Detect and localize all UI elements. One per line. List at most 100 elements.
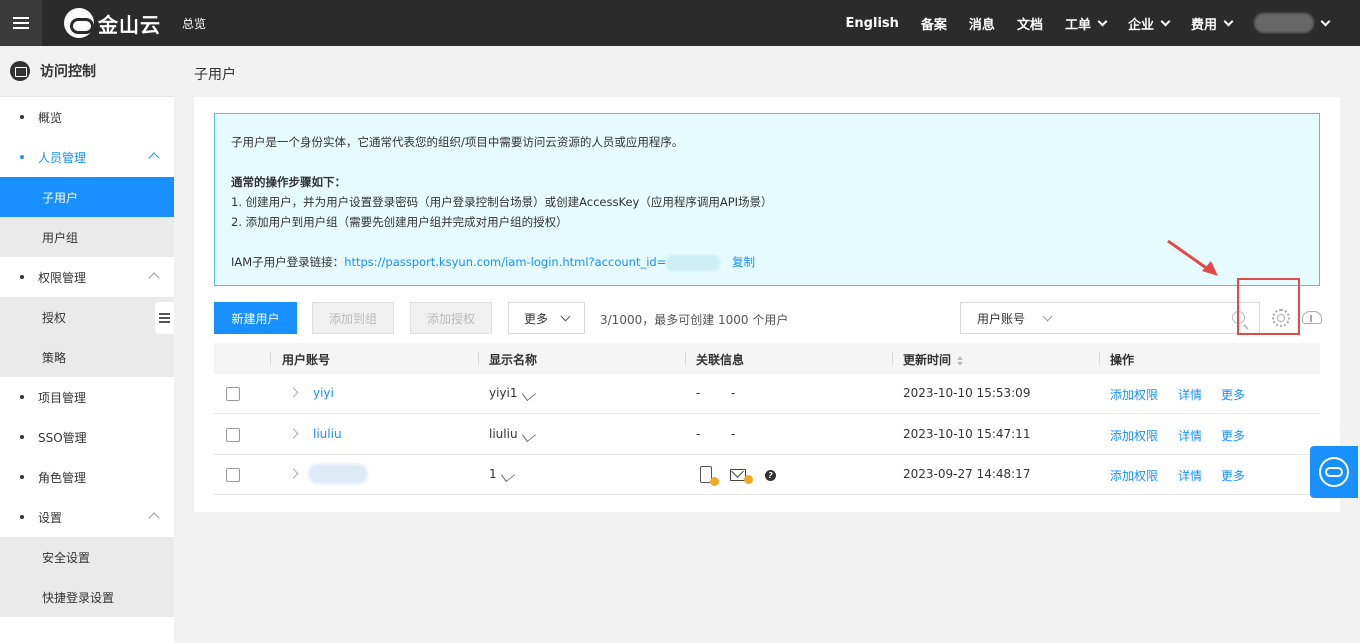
more-link[interactable]: 更多 [1221,427,1245,444]
copy-link-button[interactable]: 复制 [732,255,755,269]
nav-overview[interactable]: 总览 [182,15,206,32]
sidebar-group-settings[interactable]: 设置 [0,497,174,537]
search-box [1069,302,1260,334]
nav-messages[interactable]: 消息 [958,14,1006,33]
nav-english[interactable]: English [835,16,910,31]
sort-icon [957,355,964,366]
display-name: 1 [489,467,515,482]
sidebar-item-overview[interactable]: 概览 [0,97,174,137]
user-account-link[interactable]: liuliu [313,427,342,441]
support-float-button[interactable] [1310,446,1358,498]
row-checkbox[interactable] [226,468,240,482]
related-info-b: - [731,427,736,441]
nav-enterprise[interactable]: 企业 [1117,14,1180,33]
support-cloud-icon [1319,457,1349,487]
sidebar-group-people[interactable]: 人员管理 [0,137,174,177]
sidebar-item-projects[interactable]: 项目管理 [0,377,174,417]
access-control-icon [10,61,30,81]
sidebar-title: 访问控制 [40,64,96,80]
logo-text: 金山云 [98,12,161,37]
user-account-link[interactable]: yiyi [313,386,334,400]
info-steps-title: 通常的操作步骤如下： [231,175,346,189]
col-actions: 操作 [1110,353,1135,367]
row-checkbox[interactable] [226,428,240,442]
sidebar-item-usergroups[interactable]: 用户组 [0,217,174,257]
chevron-down-icon [1223,16,1234,26]
detail-link[interactable]: 详情 [1178,427,1202,444]
new-user-button[interactable]: 新建用户 [214,302,297,334]
chevron-right-icon[interactable] [288,387,299,398]
detail-link[interactable]: 详情 [1178,386,1202,403]
login-link[interactable]: https://passport.ksyun.com/iam-login.htm… [344,255,666,269]
chevron-down-icon [560,311,571,321]
sidebar-item-policies[interactable]: 策略 [0,337,174,377]
related-info-a: - [696,386,701,400]
detail-link[interactable]: 详情 [1178,467,1202,484]
search-icon[interactable] [1232,311,1245,324]
chevron-down-icon [1042,311,1053,322]
display-name: liuliu [489,427,536,442]
updated-time: 2023-10-10 15:53:09 [903,386,1031,400]
table-row: liuliu liuliu - - 2023-10-10 15:47:11 添加… [214,415,1320,455]
page-title: 子用户 [194,67,236,83]
add-to-group-button[interactable]: 添加到组 [312,302,394,334]
add-permission-link[interactable]: 添加权限 [1110,386,1158,403]
sidebar-item-subusers[interactable]: 子用户 [0,177,174,217]
more-link[interactable]: 更多 [1221,467,1245,484]
add-auth-button[interactable]: 添加授权 [410,302,492,334]
nav-billing[interactable]: 费用 [1180,14,1243,33]
info-step-2: 2. 添加用户到用户组（需要先创建用户组并完成对用户组的授权） [231,215,568,229]
add-permission-link[interactable]: 添加权限 [1110,427,1158,444]
warning-badge-icon [744,475,753,484]
gear-icon[interactable] [1272,309,1290,327]
login-link-label: IAM子用户登录链接： [231,255,345,269]
sidebar-item-authorization[interactable]: 授权 [0,297,174,337]
related-info-b: - [731,386,736,400]
account-menu[interactable] [1243,13,1340,33]
search-filter-select[interactable]: 用户账号 [960,302,1070,334]
user-count-text: 3/1000，最多可创建 1000 个用户 [600,313,789,327]
search-input[interactable] [1069,303,1219,333]
row-checkbox[interactable] [226,387,240,401]
warning-badge-icon [710,477,719,486]
sidebar-collapse-icon[interactable] [155,302,174,334]
edit-icon[interactable] [521,386,536,401]
avatar [1254,13,1314,33]
help-icon[interactable]: ? [765,470,776,481]
sidebar-item-quick-login[interactable]: 快捷登录设置 [0,577,174,617]
edit-icon[interactable] [521,427,536,442]
sidebar-header: 访问控制 [0,46,174,97]
sidebar: 访问控制 概览 人员管理 子用户 用户组 权限管理 授权 策略 项目管理 SSO… [0,46,174,643]
logo[interactable]: 金山云 [64,7,161,39]
nav-docs[interactable]: 文档 [1006,14,1054,33]
sidebar-item-sso[interactable]: SSO管理 [0,417,174,457]
chevron-up-icon [148,272,160,284]
edit-icon[interactable] [500,467,515,482]
chevron-down-icon [1160,16,1171,26]
cloud-download-icon[interactable] [1302,311,1322,324]
top-right-nav: English 备案 消息 文档 工单 企业 费用 [835,0,1340,46]
info-box: 子用户是一个身份实体，它通常代表您的组织/项目中需要访问云资源的人员或应用程序。… [214,113,1320,286]
add-permission-link[interactable]: 添加权限 [1110,467,1158,484]
table-header: 用户账号 显示名称 关联信息 更新时间 操作 [214,343,1320,374]
more-dropdown-button[interactable]: 更多 [508,302,585,334]
redacted-account-id [666,254,721,271]
related-info-a: - [696,427,701,441]
info-intro: 子用户是一个身份实体，它通常代表您的组织/项目中需要访问云资源的人员或应用程序。 [231,135,684,149]
sidebar-group-permissions[interactable]: 权限管理 [0,257,174,297]
redacted-user-account[interactable] [308,464,368,484]
chevron-down-icon [1097,16,1108,26]
more-link[interactable]: 更多 [1221,386,1245,403]
nav-tickets[interactable]: 工单 [1054,14,1117,33]
sidebar-item-roles[interactable]: 角色管理 [0,457,174,497]
col-related: 关联信息 [696,353,745,367]
col-account: 用户账号 [282,353,331,367]
sidebar-item-security-settings[interactable]: 安全设置 [0,537,174,577]
table-row: 1 ? 2023-09-27 14:48:17 添加权限 详情 更多 [214,455,1320,495]
nav-beian[interactable]: 备案 [910,14,958,33]
menu-icon[interactable] [0,0,42,46]
top-nav-bar: 金山云 总览 English 备案 消息 文档 工单 企业 费用 [0,0,1360,46]
chevron-right-icon[interactable] [288,428,299,439]
col-updated[interactable]: 更新时间 [903,351,964,368]
chevron-right-icon[interactable] [288,468,299,479]
